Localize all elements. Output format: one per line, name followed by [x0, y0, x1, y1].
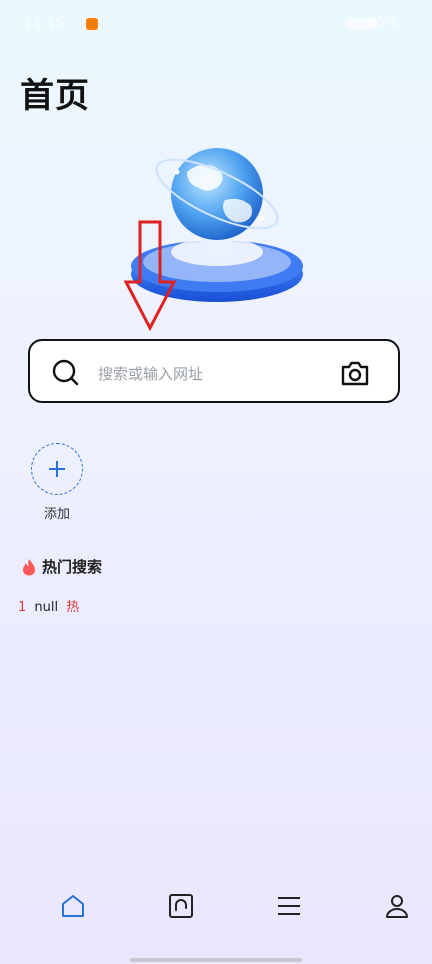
camera-icon[interactable]: [340, 359, 370, 387]
search-icon: [52, 359, 79, 386]
hot-item-rank: 1: [18, 600, 27, 615]
nav-menu-button[interactable]: [273, 890, 305, 922]
profile-icon: [386, 895, 408, 918]
nav-home-button[interactable]: [57, 890, 89, 922]
hot-item-text[interactable]: null: [34, 600, 58, 615]
bottom-nav: [0, 880, 432, 932]
notification-app-icon: [86, 18, 98, 30]
hot-search-title: 热门搜索: [42, 558, 103, 576]
search-bar[interactable]: 搜索或输入网址: [28, 339, 400, 403]
add-shortcut[interactable]: 添加: [29, 443, 85, 522]
search-input[interactable]: 搜索或输入网址: [98, 363, 203, 384]
tabs-icon: [169, 894, 193, 918]
battery-level: 45%: [369, 16, 398, 31]
hot-search-item[interactable]: 1 null 热: [18, 596, 79, 615]
flame-icon: [23, 559, 35, 576]
home-icon: [62, 895, 84, 917]
home-indicator[interactable]: [130, 958, 302, 962]
nav-profile-button[interactable]: [381, 890, 413, 922]
status-time: 11:15: [24, 16, 65, 32]
page-title: 首页: [20, 76, 90, 116]
menu-icon: [278, 897, 300, 915]
add-shortcut-label: 添加: [43, 507, 70, 522]
add-shortcut-button[interactable]: [31, 443, 83, 495]
annotation-arrow-icon: [124, 220, 176, 332]
nav-tabs-button[interactable]: [165, 890, 197, 922]
hot-item-tag: 热: [66, 600, 80, 615]
plus-icon: [49, 461, 65, 477]
status-bar: 11:15 45%: [0, 0, 432, 48]
